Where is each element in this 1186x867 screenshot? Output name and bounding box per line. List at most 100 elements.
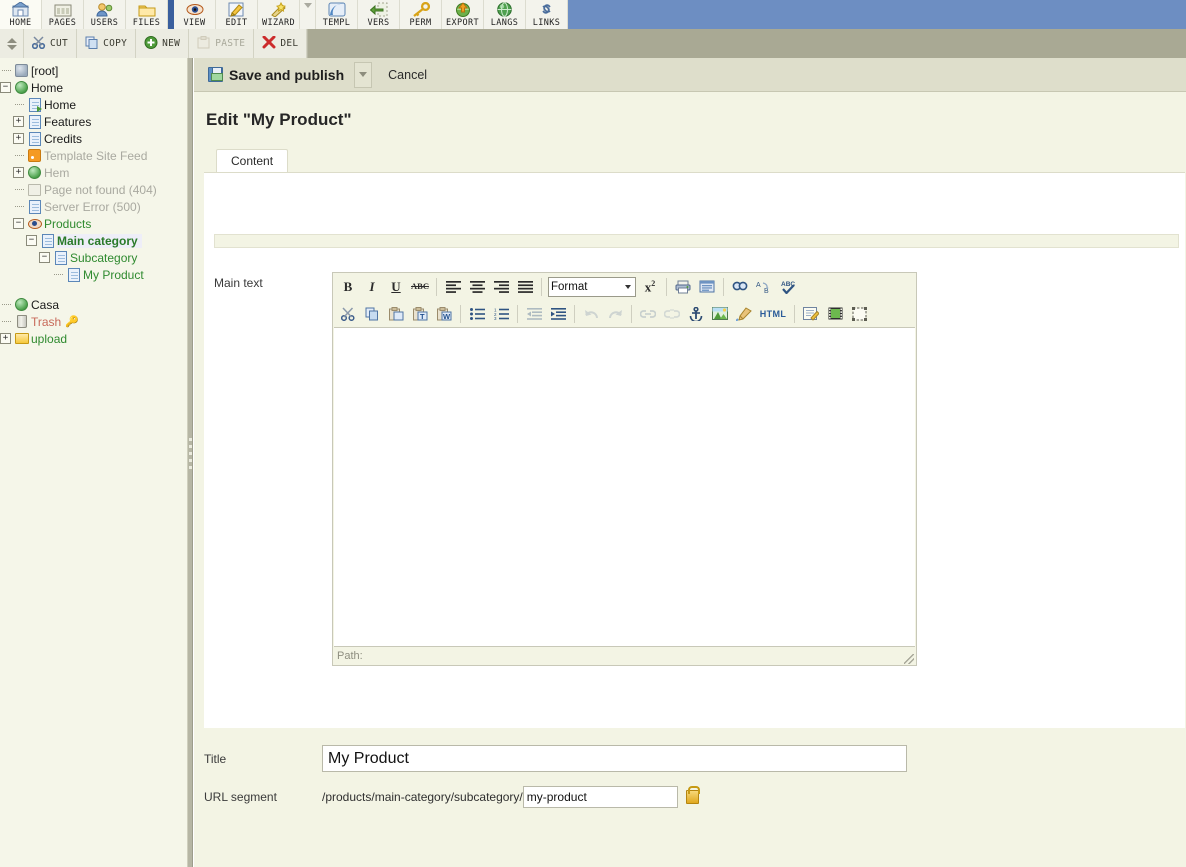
title-input[interactable] <box>322 745 907 772</box>
replace-icon[interactable]: AB <box>752 276 776 298</box>
align-center-icon[interactable] <box>465 276 489 298</box>
tree-node-server-error-500[interactable]: Server Error (500) <box>0 198 187 215</box>
italic-icon[interactable]: I <box>360 276 384 298</box>
spellcheck-icon[interactable]: ABC <box>776 276 800 298</box>
tree-expand-icon[interactable]: + <box>0 333 11 344</box>
paste-word-icon[interactable]: W <box>432 303 456 325</box>
underline-icon[interactable]: U <box>384 276 408 298</box>
nav-button-export[interactable]: EXPORT <box>442 0 484 29</box>
sidebar-splitter[interactable] <box>187 58 193 867</box>
nav-button-vers[interactable]: VERS <box>358 0 400 29</box>
cancel-button[interactable]: Cancel <box>388 68 427 82</box>
unlocked-padlock-icon[interactable] <box>685 786 700 804</box>
nav-button-users[interactable]: USERS <box>84 0 126 29</box>
tree-node-upload[interactable]: + upload <box>0 330 187 347</box>
tree-collapse-icon[interactable]: − <box>26 235 37 246</box>
edit-image-icon[interactable] <box>799 303 823 325</box>
page-tree-sidebar[interactable]: [root] − Home Home + Features + Credits Template… <box>0 58 187 867</box>
nav-button-langs[interactable]: LANGS <box>484 0 526 29</box>
tree-expand-icon[interactable]: + <box>13 133 24 144</box>
tree-node-trash[interactable]: Trash 🔑 <box>0 313 187 330</box>
tree-expand-icon[interactable]: + <box>13 116 24 127</box>
tree-connector <box>13 96 26 113</box>
fullscreen-icon[interactable] <box>847 303 871 325</box>
copy-icon[interactable] <box>360 303 384 325</box>
image-icon[interactable] <box>708 303 732 325</box>
bullet-list-icon[interactable] <box>465 303 489 325</box>
toolbar-cut-button[interactable]: CUT <box>24 29 78 58</box>
toolbar-button-label: PASTE <box>215 38 246 49</box>
paste-icon[interactable] <box>384 303 408 325</box>
bold-icon[interactable]: B <box>336 276 360 298</box>
nav-button-links[interactable]: LINKS <box>526 0 568 29</box>
tree-connector <box>13 198 26 215</box>
url-segment-input[interactable] <box>522 786 678 808</box>
tree-collapse-icon[interactable]: − <box>0 82 11 93</box>
stepper-up-icon[interactable] <box>6 37 17 43</box>
tree-scroll-stepper[interactable] <box>0 29 24 58</box>
editor-toolbar-separator <box>460 304 461 323</box>
media-icon[interactable] <box>823 303 847 325</box>
nav-button-view[interactable]: VIEW <box>174 0 216 29</box>
numbered-list-icon[interactable]: 123 <box>489 303 513 325</box>
tree-collapse-icon[interactable]: − <box>39 252 50 263</box>
tab-content[interactable]: Content <box>216 149 289 173</box>
tree-node-template-site-feed[interactable]: Template Site Feed <box>0 147 187 164</box>
tree-node-features[interactable]: + Features <box>0 113 187 130</box>
globe-icon <box>26 165 43 180</box>
nav-button-home[interactable]: HOME <box>0 0 42 29</box>
indent-icon[interactable] <box>546 303 570 325</box>
strikethrough-icon[interactable]: ABC <box>408 276 432 298</box>
anchor-icon[interactable] <box>684 303 708 325</box>
splitter-grip[interactable] <box>189 438 192 473</box>
nav-button-files[interactable]: FILES <box>126 0 168 29</box>
save-options-dropdown[interactable] <box>354 61 373 88</box>
tree-node-my-product[interactable]: My Product <box>0 266 187 283</box>
tree-node-page-not-found-404[interactable]: Page not found (404) <box>0 181 187 198</box>
save-and-publish-button[interactable]: Save and publish <box>204 65 348 85</box>
tree-node-root[interactable]: [root] <box>0 62 187 79</box>
nav-button-perm[interactable]: PERM <box>400 0 442 29</box>
tree-node-home[interactable]: Home <box>0 96 187 113</box>
toolbar-copy-button[interactable]: COPY <box>77 29 137 58</box>
html-source-icon[interactable]: HTML <box>756 304 790 324</box>
toolbar-del-button[interactable]: DEL <box>254 29 308 58</box>
editor-content-area[interactable] <box>334 327 915 647</box>
tree-node-label: upload <box>31 331 68 346</box>
doc-arrow-icon <box>26 97 43 112</box>
align-left-icon[interactable] <box>441 276 465 298</box>
tree-node-home[interactable]: − Home <box>0 79 187 96</box>
align-justify-icon[interactable] <box>513 276 537 298</box>
toolbar-new-button[interactable]: NEW <box>136 29 190 58</box>
nav-button-edit[interactable]: EDIT <box>216 0 258 29</box>
tree-node-subcategory[interactable]: − Subcategory <box>0 249 187 266</box>
cleanup-icon[interactable] <box>732 303 756 325</box>
paste-text-icon[interactable]: T <box>408 303 432 325</box>
nav-button-pages[interactable]: PAGES <box>42 0 84 29</box>
wizard-dropdown-caret[interactable] <box>300 0 316 29</box>
tree-node-main-category[interactable]: − Main category <box>0 232 187 249</box>
nav-button-wizard[interactable]: WIZARD <box>258 0 300 29</box>
superscript-icon[interactable]: x2 <box>638 276 662 298</box>
tree-node-credits[interactable]: + Credits <box>0 130 187 147</box>
editor-toolbar-separator <box>666 277 667 296</box>
tree-node-hem[interactable]: + Hem <box>0 164 187 181</box>
tree-node-products[interactable]: − Products <box>0 215 187 232</box>
align-right-icon[interactable] <box>489 276 513 298</box>
nav-button-templ[interactable]: TEMPL <box>316 0 358 29</box>
nav-button-label: EDIT <box>225 18 248 28</box>
key-icon[interactable]: 🔑 <box>65 315 79 328</box>
editor-toolbar-separator <box>723 277 724 296</box>
tree-node-casa[interactable]: Casa <box>0 296 187 313</box>
tree-collapse-icon[interactable]: − <box>13 218 24 229</box>
print-icon[interactable] <box>671 276 695 298</box>
format-select[interactable]: Format <box>548 276 636 297</box>
editor-toolbar-row-1: B I U ABC Format x2 A B ABC <box>333 273 916 300</box>
cut-icon[interactable] <box>336 303 360 325</box>
search-icon[interactable] <box>728 276 752 298</box>
stepper-down-icon[interactable] <box>6 44 17 50</box>
collapsed-field-band[interactable] <box>214 234 1179 248</box>
preview-icon[interactable] <box>695 276 719 298</box>
editor-resize-grip[interactable] <box>904 654 914 664</box>
tree-expand-icon[interactable]: + <box>13 167 24 178</box>
